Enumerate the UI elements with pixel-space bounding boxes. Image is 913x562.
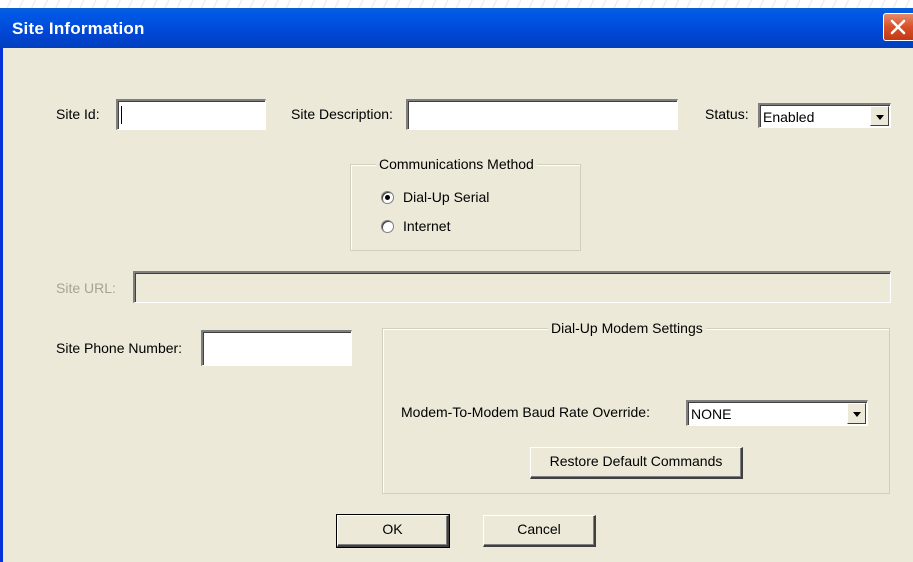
title-bar[interactable]: Site Information bbox=[0, 8, 913, 48]
baud-rate-select[interactable]: NONE bbox=[686, 400, 868, 426]
chevron-down-icon bbox=[876, 115, 884, 120]
status-dropdown-button[interactable] bbox=[870, 106, 889, 126]
site-url-input bbox=[133, 271, 891, 303]
restore-default-commands-button[interactable]: Restore Default Commands bbox=[530, 447, 743, 479]
baud-rate-dropdown-button[interactable] bbox=[847, 403, 866, 424]
radio-internet[interactable] bbox=[381, 220, 394, 233]
text-caret bbox=[121, 106, 122, 124]
site-description-input[interactable] bbox=[406, 99, 678, 130]
site-description-label: Site Description: bbox=[291, 106, 393, 122]
baud-rate-label: Modem-To-Modem Baud Rate Override: bbox=[401, 404, 650, 420]
radio-dial-up-serial-label[interactable]: Dial-Up Serial bbox=[403, 189, 489, 205]
site-id-input[interactable] bbox=[116, 99, 266, 130]
restore-default-commands-label: Restore Default Commands bbox=[549, 453, 723, 469]
close-button[interactable] bbox=[883, 13, 913, 41]
window-title: Site Information bbox=[12, 19, 145, 38]
status-select[interactable]: Enabled bbox=[758, 103, 891, 128]
site-phone-input[interactable] bbox=[201, 330, 352, 366]
dial-up-modem-settings-title: Dial-Up Modem Settings bbox=[548, 320, 706, 336]
baud-rate-value: NONE bbox=[691, 406, 732, 422]
cancel-button-label: Cancel bbox=[517, 521, 561, 537]
close-icon bbox=[890, 19, 906, 35]
ok-button[interactable]: OK bbox=[336, 514, 450, 548]
status-label: Status: bbox=[705, 106, 749, 122]
chevron-down-icon bbox=[853, 412, 861, 417]
cancel-button[interactable]: Cancel bbox=[483, 515, 596, 547]
radio-dial-up-serial[interactable] bbox=[381, 191, 394, 204]
radio-selected-dot bbox=[385, 195, 390, 200]
ok-button-label: OK bbox=[382, 521, 403, 537]
communications-method-title: Communications Method bbox=[376, 156, 537, 172]
communications-method-group bbox=[350, 164, 581, 251]
radio-internet-label[interactable]: Internet bbox=[403, 218, 450, 234]
status-value: Enabled bbox=[763, 109, 815, 125]
site-url-label: Site URL: bbox=[56, 280, 116, 296]
site-id-label: Site Id: bbox=[56, 106, 100, 122]
site-phone-label: Site Phone Number: bbox=[56, 340, 183, 356]
